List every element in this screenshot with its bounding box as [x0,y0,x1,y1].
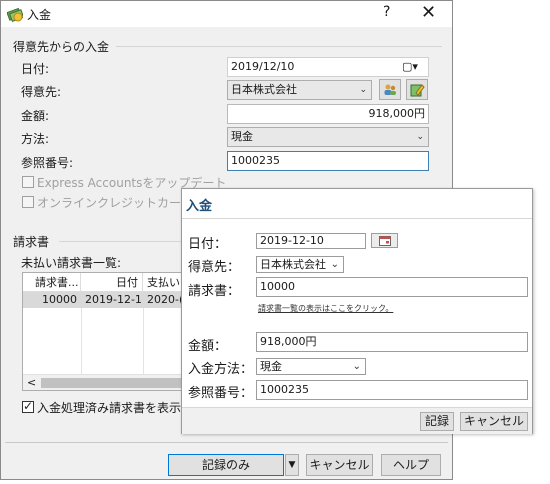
dialog-date-value: 2019-12-10 [260,234,324,247]
method-select[interactable]: 現金 ⌄ [227,127,429,147]
dialog-reference-field[interactable]: 1000235 [256,380,528,400]
unpaid-invoices-table[interactable]: 請求書... 日付 支払い 10000 2019-12-10 2020-( < [22,272,184,391]
column-header-due[interactable]: 支払い [143,273,183,292]
chevron-down-icon: ⌄ [359,85,367,95]
dialog-record-button[interactable]: 記録 [420,412,454,431]
calendar-icon [379,236,391,246]
method-value: 現金 [231,130,253,143]
dialog-method-value: 現金 [260,360,282,373]
cell-invoice: 10000 [42,293,77,306]
dialog-date-label: 日付： [188,237,228,252]
group-divider [116,46,442,47]
dialog-amount-field[interactable]: 918,000円 [256,332,528,352]
reference-field[interactable]: 1000235 [227,151,429,171]
unpaid-invoices-label: 未払い請求書一覧: [21,256,122,270]
date-picker[interactable]: 2019/12/10 ▢▾ [227,57,429,77]
table-row[interactable]: 10000 2019-12-10 2020-( [23,292,183,308]
dialog-invoice-label: 請求書： [188,284,241,299]
express-accounts-checkbox[interactable] [22,176,34,188]
record-dropdown-button[interactable]: ▼ [285,454,299,476]
amount-value: 918,000円 [368,107,426,120]
date-value: 2019/12/10 [231,60,295,73]
simple-payment-dialog: 入金 日付： 2019-12-10 得意先： 日本株式会社 ⌄ 請求書： 100… [181,188,533,434]
money-icon [7,7,23,22]
amount-field[interactable]: 918,000円 [227,104,429,124]
dialog-title: 入金 [186,199,213,214]
cell-date: 2019-12-10 [85,293,141,306]
horizontal-scrollbar[interactable]: < [23,374,183,390]
dialog-footer: 記録 キャンセル [182,407,532,434]
show-paid-invoices-label: 入金処理済み請求書を表示 [37,401,182,415]
dialog-reference-label: 参照番号： [188,386,254,401]
scrollbar-thumb[interactable] [41,378,183,388]
amount-label: 金額: [21,109,50,123]
dialog-customer-label: 得意先： [188,260,241,275]
customer-list-button[interactable] [379,79,401,100]
customer-payment-group-label: 得意先からの入金 [13,40,110,54]
invoice-list-link[interactable]: 請求書一覧の表示はここをクリック。 [258,303,393,314]
edit-customer-button[interactable] [406,79,428,100]
customer-value: 日本株式会社 [231,83,297,96]
invoice-group-label: 請求書 [13,235,50,249]
dialog-amount-value: 918,000円 [260,335,317,348]
record-only-button[interactable]: 記録のみ [168,454,284,476]
people-icon [384,84,396,95]
column-divider [143,308,144,376]
calendar-button[interactable] [371,233,398,248]
dialog-amount-label: 金額： [188,339,228,354]
chevron-down-icon: ⌄ [330,259,339,270]
footer-divider [5,442,448,443]
scroll-left-icon[interactable]: < [27,375,36,390]
dialog-cancel-button[interactable]: キャンセル [460,412,528,431]
method-label: 方法: [21,132,50,146]
dialog-invoice-field[interactable]: 10000 [256,277,528,297]
dialog-customer-select[interactable]: 日本株式会社 ⌄ [256,256,344,273]
group-divider [59,241,181,242]
help-icon[interactable]: ? [383,4,390,20]
date-label: 日付: [21,62,50,76]
edit-icon [410,84,425,97]
show-paid-invoices-checkbox[interactable] [22,399,34,413]
dialog-date-field[interactable]: 2019-12-10 [256,233,366,249]
customer-select[interactable]: 日本株式会社 ⌄ [227,80,372,100]
calendar-dropdown-icon[interactable]: ▢▾ [402,58,418,76]
title-bar: 入金 ? ✕ [1,1,452,27]
column-divider [81,308,82,376]
dialog-reference-value: 1000235 [260,383,309,396]
dialog-invoice-value: 10000 [260,280,295,293]
dialog-customer-value: 日本株式会社 [260,258,326,271]
reference-value: 1000235 [231,154,280,167]
dialog-method-label: 入金方法： [188,362,254,377]
dialog-title-bar: 入金 [182,189,532,219]
chevron-down-icon: ⌄ [352,361,361,372]
cell-due: 2020-( [147,293,183,306]
close-icon[interactable]: ✕ [421,2,436,23]
dialog-method-select[interactable]: 現金 ⌄ [256,358,366,375]
column-header-date[interactable]: 日付 [81,273,143,292]
help-button[interactable]: ヘルプ [381,454,441,476]
gateway-checkbox[interactable] [22,196,34,208]
window-title: 入金 [27,8,52,22]
column-header-invoice[interactable]: 請求書... [23,273,81,292]
chevron-down-icon: ⌄ [416,132,424,142]
customer-label: 得意先: [21,85,62,99]
reference-label: 参照番号: [21,156,74,170]
cancel-button[interactable]: キャンセル [306,454,373,476]
